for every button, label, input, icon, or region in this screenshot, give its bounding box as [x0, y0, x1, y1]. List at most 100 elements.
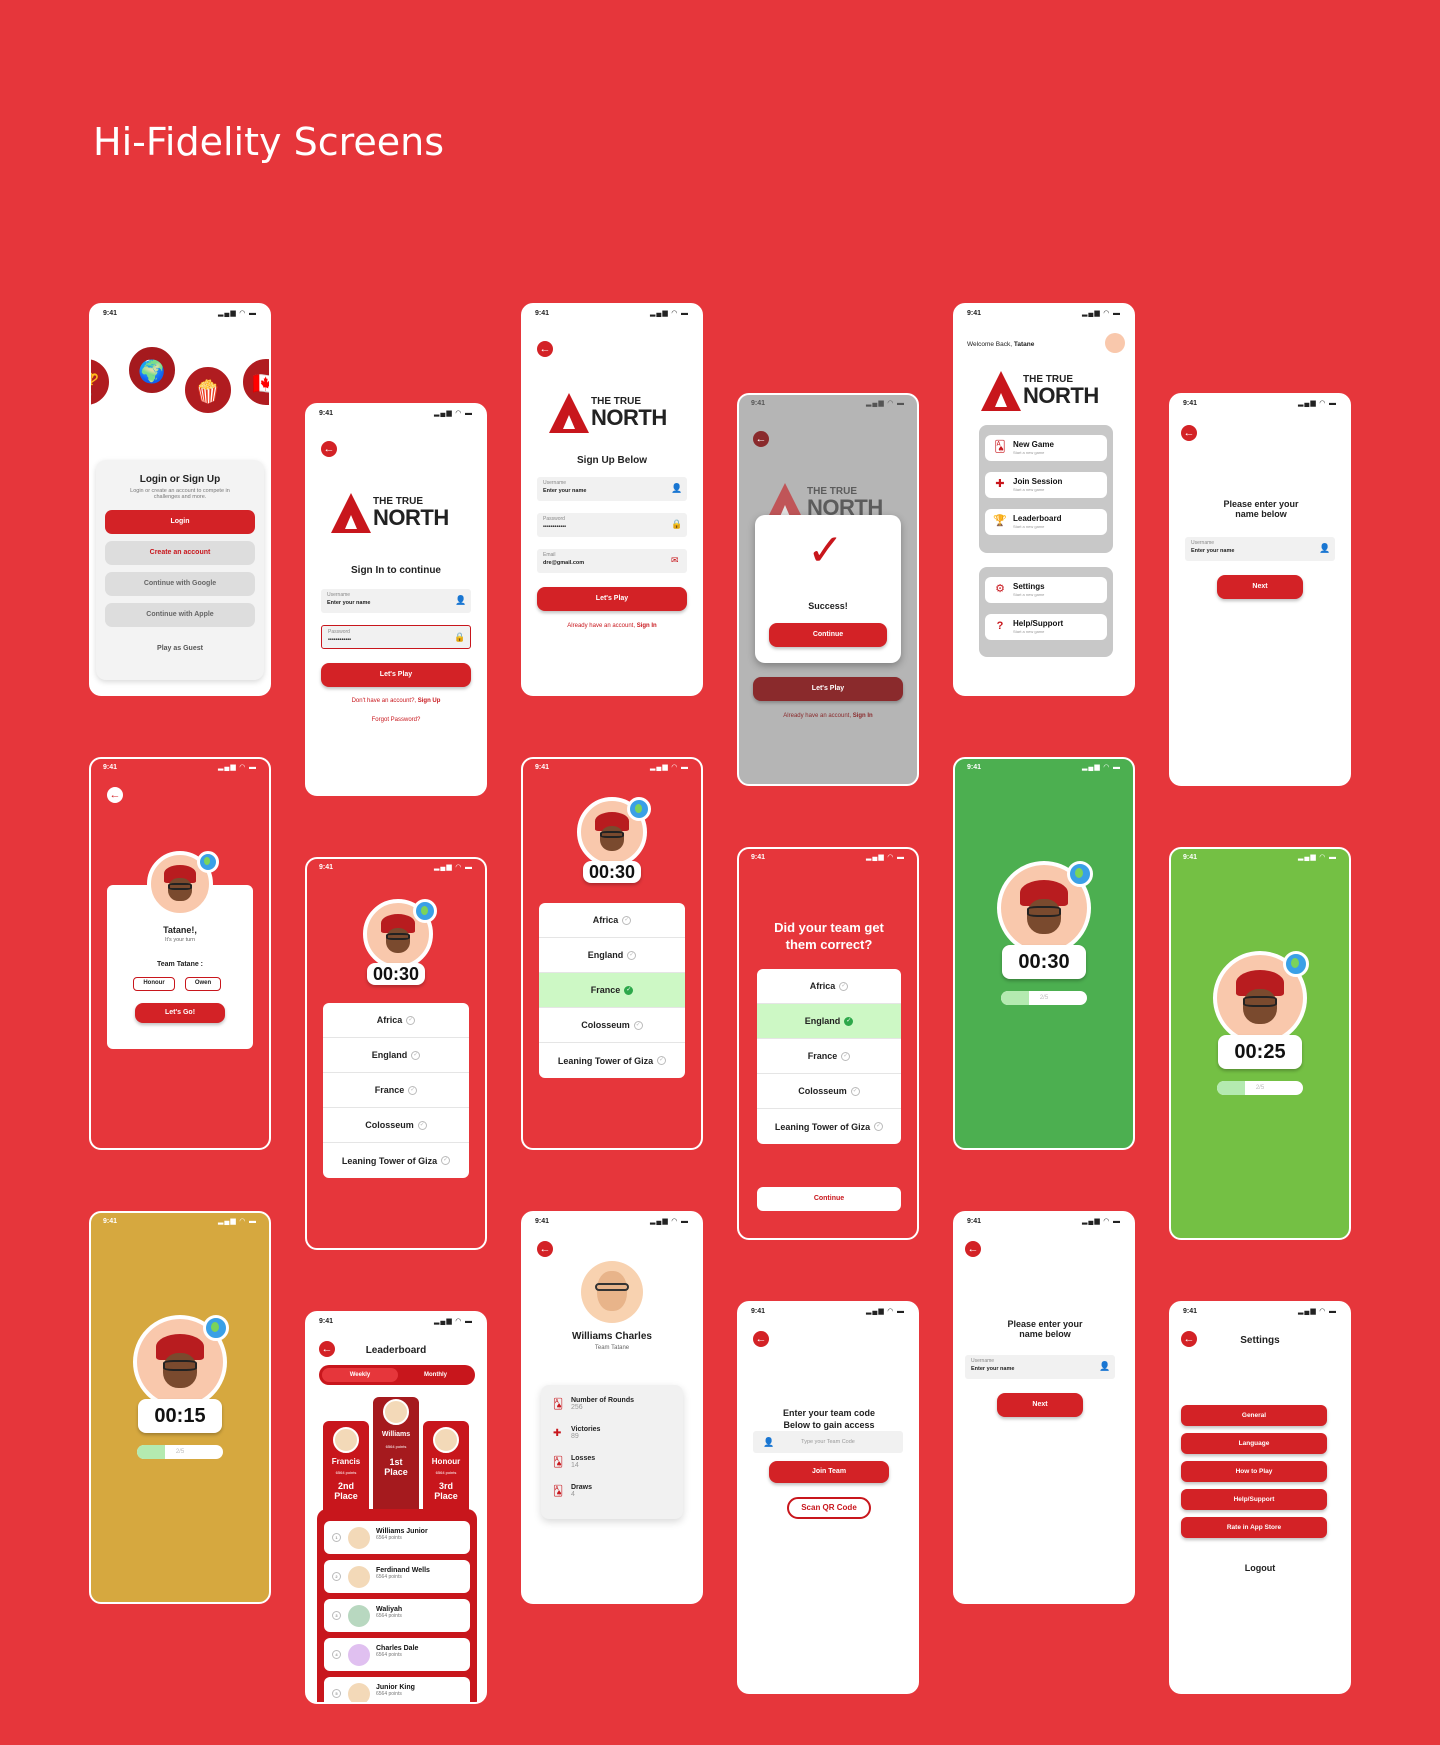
next-button[interactable]: Next — [997, 1393, 1083, 1417]
username-field[interactable]: Username Enter your name 👤 — [321, 589, 471, 613]
join-team-button[interactable]: Join Team — [769, 1461, 889, 1483]
settings-general[interactable]: General — [1181, 1405, 1327, 1426]
menu-new-game[interactable]: 🂡 New Game Start a new game — [985, 435, 1107, 461]
profile-name: Williams Charles — [572, 1331, 652, 1342]
status-time: 9:41 — [535, 1217, 550, 1225]
password-field[interactable]: Password •••••••••••• 🔒 — [321, 625, 471, 649]
scan-qr-button[interactable]: Scan QR Code — [787, 1497, 871, 1519]
google-button[interactable]: Continue with Google — [105, 572, 255, 596]
back-icon[interactable]: ← — [537, 1241, 553, 1257]
tab-monthly[interactable]: Monthly — [399, 1368, 472, 1382]
list-item[interactable]: 2 Ferdinand Wells 6564 points — [324, 1560, 470, 1593]
help-icon: ? — [996, 620, 1004, 632]
answer-item[interactable]: Africa ✓ — [539, 903, 685, 938]
trophy-icon: 🏆 — [91, 357, 111, 407]
answer-item[interactable]: Leaning Tower of Giza ✓ — [757, 1109, 901, 1144]
user-icon: 👤 — [763, 1437, 775, 1447]
back-icon[interactable]: ← — [753, 431, 769, 447]
progress-bar: 2/5 — [137, 1445, 223, 1459]
answer-item-correct[interactable]: England ✓ — [757, 1004, 901, 1039]
phone-quiz-1: 9:41 ▂▄▆ ◠ ▬ 00:30 Africa ✓ England ✓ Franc… — [305, 857, 487, 1250]
settings-rate[interactable]: Rate in App Store — [1181, 1517, 1327, 1538]
lets-play-button[interactable]: Let's Play — [753, 677, 903, 701]
answer-item[interactable]: Africa ✓ — [757, 969, 901, 1004]
username-field[interactable]: Username Enter your name 👤 — [965, 1355, 1115, 1379]
back-icon[interactable]: ← — [965, 1241, 981, 1257]
check-icon: ✓ — [807, 526, 844, 575]
back-icon[interactable]: ← — [537, 341, 553, 357]
cards-icon: 🂡 — [994, 441, 1006, 453]
forgot-password-link[interactable]: Forgot Password? — [307, 717, 485, 723]
period-tabs: Weekly Monthly — [319, 1365, 475, 1385]
logo-line2: NORTH — [373, 505, 449, 530]
popcorn-icon: 🍿 — [183, 365, 233, 415]
guest-link[interactable]: Play as Guest — [96, 645, 264, 652]
check-circle-icon: ✓ — [417, 1120, 427, 1130]
signin-link-row[interactable]: Already have an account, Sign In — [739, 713, 917, 719]
name-heading: Please enter your name below — [1007, 1319, 1083, 1339]
back-icon[interactable]: ← — [321, 441, 337, 457]
avatar[interactable] — [1105, 333, 1125, 353]
team-label: Team Tatane : — [156, 961, 204, 968]
mail-icon: ✉ — [671, 555, 679, 565]
answer-item[interactable]: Colosseum ✓ — [323, 1108, 469, 1143]
phone-correct: 9:41 ▂▄▆ ◠ ▬ Did your team get them corre… — [737, 847, 919, 1240]
answer-item[interactable]: England ✓ — [323, 1038, 469, 1073]
check-circle-icon: ✓ — [627, 950, 637, 960]
status-time: 9:41 — [535, 763, 550, 771]
answer-item[interactable]: France ✓ — [323, 1073, 469, 1108]
email-field[interactable]: Email dre@gmail.com ✉ — [537, 549, 687, 573]
settings-help[interactable]: Help/Support — [1181, 1489, 1327, 1510]
answer-item[interactable]: Leaning Tower of Giza ✓ — [539, 1043, 685, 1078]
answer-item[interactable]: Leaning Tower of Giza ✓ — [323, 1143, 469, 1178]
answer-item[interactable]: France ✓ — [757, 1039, 901, 1074]
list-item[interactable]: 3 Waliyah 6564 points — [324, 1599, 470, 1632]
settings-how-to-play[interactable]: How to Play — [1181, 1461, 1327, 1482]
answer-item[interactable]: England ✓ — [539, 938, 685, 973]
lets-go-button[interactable]: Let's Go! — [135, 1003, 225, 1023]
username-field[interactable]: Username Enter your name 👤 — [537, 477, 687, 501]
secondary-menu: ⚙ Settings Start a new game ? Help/Support S… — [979, 567, 1113, 657]
lets-play-button[interactable]: Let's Play — [537, 587, 687, 611]
username-field[interactable]: Username Enter your name 👤 — [1185, 537, 1335, 561]
podium-second: Francis 6564 points 2nd Place — [323, 1421, 369, 1517]
check-circle-icon: ✓ — [874, 1122, 884, 1131]
continue-button[interactable]: Continue — [757, 1187, 901, 1211]
back-icon[interactable]: ← — [1181, 425, 1197, 441]
turn-sub: It's your turn — [164, 937, 196, 943]
menu-help[interactable]: ? Help/Support Start a new game — [985, 614, 1107, 640]
apple-button[interactable]: Continue with Apple — [105, 603, 255, 627]
settings-language[interactable]: Language — [1181, 1433, 1327, 1454]
team-code-input[interactable]: 👤 Type your Team Code — [753, 1431, 903, 1453]
login-title: Login or Sign Up — [139, 474, 221, 485]
phone-settings: 9:41 ▂▄▆ ◠ ▬ ← Settings General Language … — [1169, 1301, 1351, 1694]
lets-play-button[interactable]: Let's Play — [321, 663, 471, 687]
answer-item[interactable]: Colosseum ✓ — [757, 1074, 901, 1109]
menu-leaderboard[interactable]: 🏆 Leaderboard Start a new game — [985, 509, 1107, 535]
tab-weekly[interactable]: Weekly — [322, 1368, 398, 1382]
list-item[interactable]: 1 Williams Junior 6564 points — [324, 1521, 470, 1554]
next-button[interactable]: Next — [1217, 575, 1303, 599]
back-icon[interactable]: ← — [107, 787, 123, 803]
list-item[interactable]: 4 Charles Dale 6564 points — [324, 1638, 470, 1671]
answer-item-correct[interactable]: France ✓ — [539, 973, 685, 1008]
answer-item[interactable]: Colosseum ✓ — [539, 1008, 685, 1043]
login-button[interactable]: Login — [105, 510, 255, 534]
answer-item[interactable]: Africa ✓ — [323, 1003, 469, 1038]
plus-icon: ✚ — [553, 1428, 562, 1439]
avatar — [348, 1644, 370, 1666]
back-icon[interactable]: ← — [753, 1331, 769, 1347]
menu-settings[interactable]: ⚙ Settings Start a new game — [985, 577, 1107, 603]
timer: 00:30 — [1002, 945, 1086, 979]
progress-bar: 2/5 — [1001, 991, 1087, 1005]
signup-link-row[interactable]: Don't have an account?, Sign Up — [307, 698, 485, 704]
timer: 00:30 — [583, 861, 641, 883]
continue-button[interactable]: Continue — [769, 623, 887, 647]
password-field[interactable]: Password •••••••••••• 🔒 — [537, 513, 687, 537]
create-account-button[interactable]: Create an account — [105, 541, 255, 565]
logout-button[interactable]: Logout — [1171, 1563, 1349, 1573]
menu-join-session[interactable]: ✚ Join Session Start a new game — [985, 472, 1107, 498]
ranking-list: 1 Williams Junior 6564 points 2 Ferdinand W… — [317, 1509, 477, 1702]
list-item[interactable]: 5 Junior King 6564 points — [324, 1677, 470, 1702]
signin-link-row[interactable]: Already have an account, Sign In — [523, 623, 701, 629]
